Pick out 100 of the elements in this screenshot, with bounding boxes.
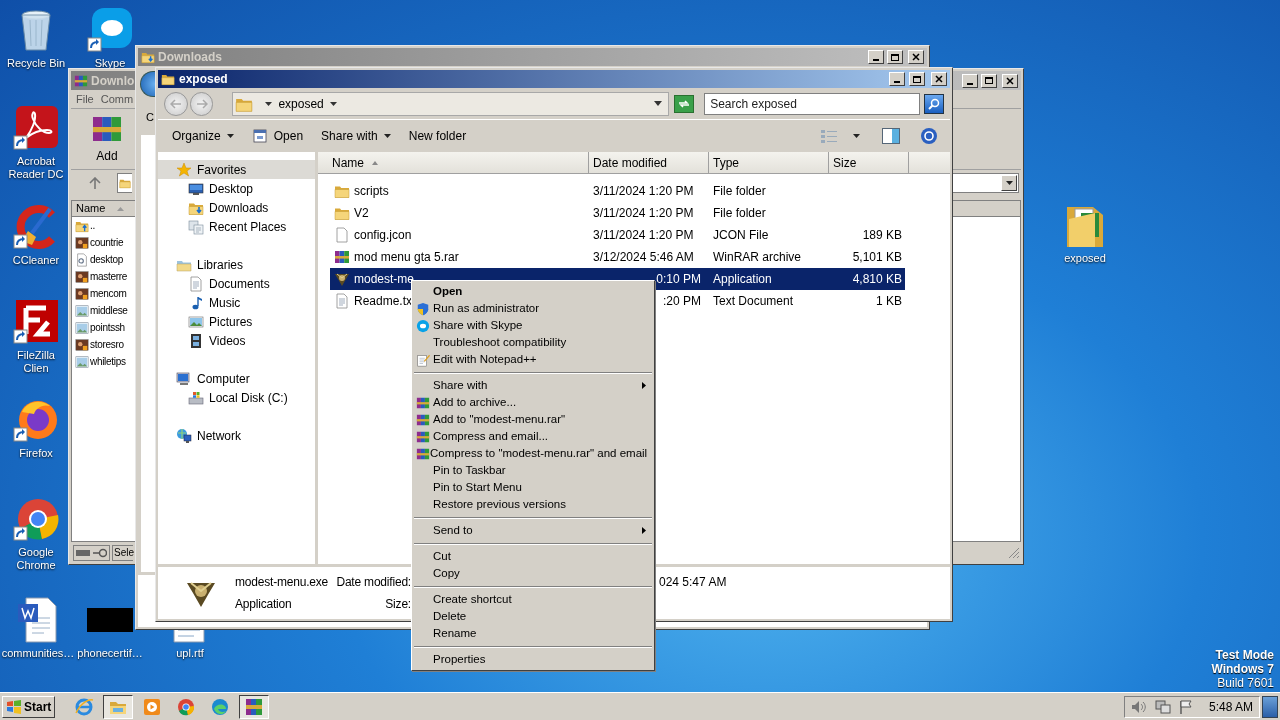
archive-file-row[interactable]: masterre [72,268,134,285]
maximize-button[interactable] [909,72,925,86]
menu-item[interactable]: Rename [414,625,652,642]
back-button[interactable] [140,71,155,97]
file-thumbnail [87,608,133,632]
dropdown-button[interactable] [1001,175,1017,191]
icon-label[interactable]: phonecertif… [77,647,143,660]
dropdown-field[interactable] [953,173,1019,193]
menu-item[interactable]: Troubleshoot compatibility [414,334,652,351]
menu-item[interactable]: Restore previous versions [414,496,652,513]
close-button[interactable] [931,72,947,86]
toolbar-button[interactable]: Share with [313,124,399,148]
archive-icon [244,696,265,717]
maximize-button[interactable] [981,73,997,88]
nav-item[interactable]: Computer [158,369,315,388]
nav-item[interactable]: Downloads [158,198,315,217]
maximize-button[interactable] [887,50,903,64]
menu-item[interactable]: File [76,90,94,108]
menu-item[interactable]: Pin to Start Menu [414,479,652,496]
path-field[interactable] [117,173,132,193]
close-button[interactable] [908,50,924,64]
column-header[interactable]: Type [709,152,829,173]
menu-item[interactable]: Cut [414,548,652,565]
menu-item[interactable]: Send to [414,522,652,539]
menu-item[interactable]: Share with [414,377,652,394]
icon-label[interactable]: FileZilla Clien [4,349,68,375]
search-field[interactable]: Search exposed [704,92,921,115]
menu-item[interactable]: Add to archive... [414,394,652,411]
archive-file-row[interactable]: countrie [72,234,134,251]
file-name[interactable]: modest-me [354,270,415,288]
menu-item[interactable]: Share with Skype [414,317,652,334]
archive-file-row[interactable]: middlese [72,302,134,319]
file-name[interactable]: mod menu gta 5.rar [354,248,459,266]
icon-label[interactable]: upl.rtf [176,647,204,660]
icon-label[interactable]: CCleaner [12,254,60,267]
menu-item[interactable]: Delete [414,608,652,625]
archive-file-row[interactable]: .. [72,217,134,234]
icon-label[interactable]: Skype [94,57,126,70]
column-header[interactable]: Size [829,152,909,173]
file-name[interactable]: config.jcon [354,226,412,244]
breadcrumb-arrow-icon [329,101,337,106]
close-button[interactable] [1002,73,1018,88]
menu-item[interactable]: Properties [414,651,652,668]
address-field[interactable]: exposed [232,91,670,116]
clock[interactable]: 5:48 AM [1208,697,1253,716]
nav-item[interactable]: Desktop [158,179,315,198]
nav-item[interactable]: Documents [158,274,315,293]
toolbar-button[interactable]: Organize [164,124,242,148]
menu-item[interactable]: Run as administrator [414,300,652,317]
file-name[interactable]: Readme.tx [354,292,413,310]
icon-label[interactable]: Google Chrome [4,546,68,572]
menu-item[interactable]: Copy [414,565,652,582]
nav-item[interactable]: Recent Places [158,217,315,236]
menu-item[interactable]: Compress and email... [414,428,652,445]
window-title: Downloads [158,49,222,66]
archive-icon [416,395,430,410]
start-button[interactable]: Start [2,695,56,718]
menu-item[interactable]: Create shortcut [414,591,652,608]
column-header[interactable]: Date modified [589,152,709,173]
column-header[interactable]: Name [318,152,589,173]
refresh-button[interactable] [674,94,695,113]
minimize-button[interactable] [889,72,905,86]
nav-item[interactable]: Network [158,426,315,445]
search-button[interactable] [924,93,944,114]
archive-file-row[interactable]: storesro [72,336,134,353]
menu-item[interactable]: Compress to "modest-menu.rar" and email [414,445,652,462]
taskbar-button[interactable] [239,694,270,719]
icon-label[interactable]: Recycle Bin [6,57,66,70]
nav-item[interactable]: Favorites [158,160,315,179]
menu-item[interactable]: Comm [100,90,134,108]
icon-label[interactable]: Acrobat Reader DC [4,155,68,181]
nav-item[interactable]: Local Disk (C:) [158,388,315,407]
help-icon [920,127,938,145]
archive-file-row[interactable]: whiletips [72,353,134,370]
taskbar-button[interactable] [103,694,134,719]
dropdown-arrow-icon [383,134,391,138]
toolbar-fragment[interactable]: C [146,108,154,126]
icon-label[interactable]: exposed [1064,252,1106,265]
icon-label[interactable]: communities… [1,647,75,660]
nav-item[interactable]: Videos [158,331,315,350]
toolbar-button[interactable]: Open [243,124,312,148]
menu-item[interactable]: Pin to Taskbar [414,462,652,479]
nav-item[interactable]: Music [158,293,315,312]
nav-item[interactable]: Libraries [158,255,315,274]
menu-item[interactable]: Edit with Notepad++ [414,351,652,368]
type-cell-text: File folder [712,205,767,222]
minimize-button[interactable] [868,50,884,64]
archive-file-row[interactable]: pointssh [72,319,134,336]
file-name[interactable]: V2 [354,204,369,222]
file-name[interactable]: scripts [354,182,389,200]
add-button[interactable]: Add [87,113,127,165]
toolbar-button[interactable]: New folder [400,124,475,148]
menu-item[interactable]: Add to "modest-menu.rar" [414,411,652,428]
archive-file-row[interactable]: desktop [72,251,134,268]
archive-file-row[interactable]: mencom [72,285,134,302]
minimize-button[interactable] [962,73,978,88]
icon-label[interactable]: Firefox [19,447,53,460]
show-desktop-button[interactable] [1262,695,1278,718]
column-header[interactable]: Name [72,201,134,216]
nav-item[interactable]: Pictures [158,312,315,331]
